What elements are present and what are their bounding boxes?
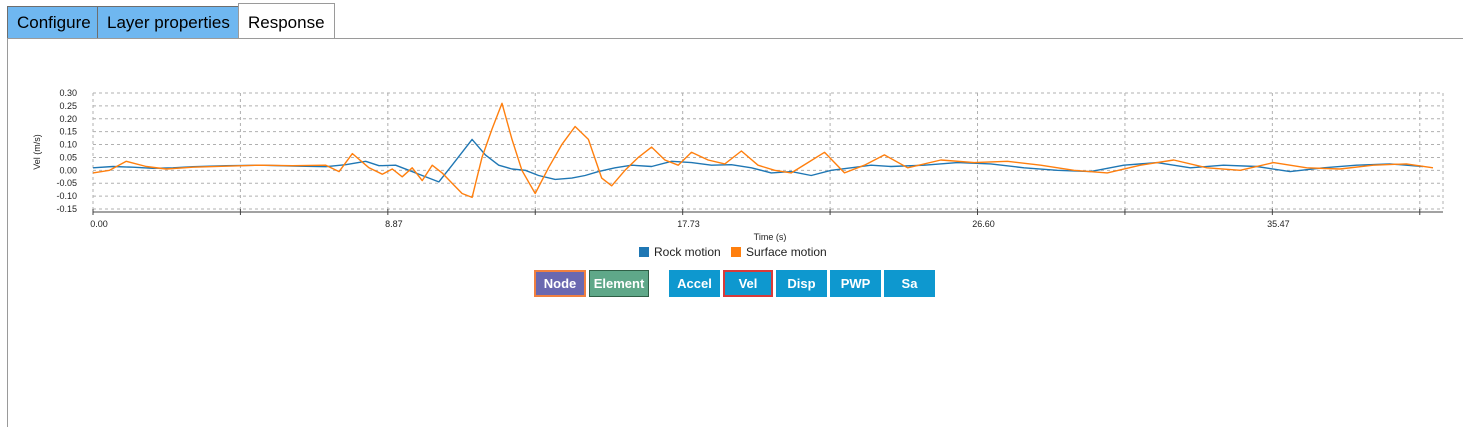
- element-button[interactable]: Element: [589, 270, 649, 297]
- vel-button[interactable]: Vel: [723, 270, 773, 297]
- node-button[interactable]: Node: [534, 270, 586, 297]
- y-tick-label: 0.20: [59, 114, 77, 124]
- legend-label-surface: Surface motion: [746, 245, 827, 259]
- x-tick-label: 17.73: [677, 219, 700, 229]
- velocity-chart: 0.30 0.25 0.20 0.15 0.10 0.05 0.00 -0.05 -0.10 -0…: [32, 88, 1444, 242]
- disp-button[interactable]: Disp: [776, 270, 827, 297]
- y-tick-label: 0.10: [59, 140, 77, 150]
- y-tick-label: -0.05: [56, 178, 77, 188]
- y-tick-label: 0.30: [59, 88, 77, 98]
- accel-button[interactable]: Accel: [669, 270, 720, 297]
- legend-label-rock: Rock motion: [654, 245, 721, 259]
- legend-rock-motion: Rock motion: [639, 245, 721, 259]
- legend-surface-motion: Surface motion: [731, 245, 827, 259]
- y-tick-label: 0.05: [59, 152, 77, 162]
- y-axis-label: Vel (m/s): [32, 134, 42, 170]
- y-tick-label: 0.00: [59, 165, 77, 175]
- x-axis-label: Time (s): [754, 232, 787, 242]
- x-tick-label: 0.00: [90, 219, 108, 229]
- y-tick-label: 0.25: [59, 101, 77, 111]
- x-axis: 0.00 8.87 17.73 26.60 35.47: [90, 209, 1443, 229]
- chart-grid: [92, 92, 1444, 210]
- sa-button[interactable]: Sa: [884, 270, 935, 297]
- x-tick-label: 8.87: [385, 219, 403, 229]
- y-axis-ticks: 0.30 0.25 0.20 0.15 0.10 0.05 0.00 -0.05 -0.10 -0…: [56, 88, 77, 214]
- y-tick-label: -0.15: [56, 204, 77, 214]
- legend-swatch-rock: [639, 247, 649, 257]
- rock-motion-line: [92, 138, 1424, 183]
- y-tick-label: -0.10: [56, 191, 77, 201]
- legend-swatch-surface: [731, 247, 741, 257]
- x-tick-label: 35.47: [1267, 219, 1290, 229]
- pwp-button[interactable]: PWP: [830, 270, 881, 297]
- y-tick-label: 0.15: [59, 127, 77, 137]
- x-tick-label: 26.60: [972, 219, 995, 229]
